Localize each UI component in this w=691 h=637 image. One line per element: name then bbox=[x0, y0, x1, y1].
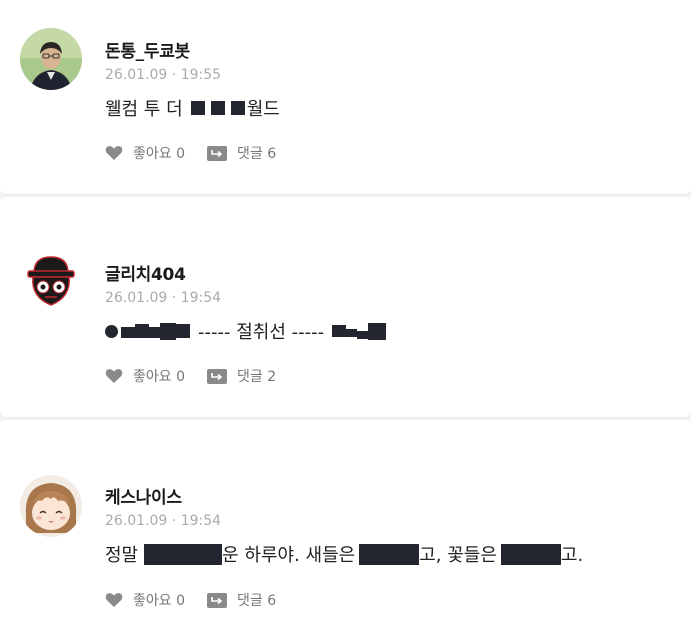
like-button[interactable]: 좋아요 0 bbox=[105, 590, 185, 610]
post-timestamp: 26.01.09 · 19:54 bbox=[105, 513, 222, 529]
post-actions: 좋아요 0 댓글 6 bbox=[105, 143, 276, 163]
author-name[interactable]: 케스나이스 bbox=[105, 483, 182, 508]
redaction-block bbox=[144, 543, 223, 565]
comment-button[interactable]: 댓글 6 bbox=[207, 143, 276, 163]
comment-count: 댓글 6 bbox=[237, 593, 277, 609]
post-card: 케스나이스 26.01.09 · 19:54 정말 운 하루야. 새들은 고, … bbox=[0, 420, 691, 637]
comment-count: 댓글 2 bbox=[237, 369, 277, 385]
redaction-block bbox=[149, 327, 160, 338]
like-count: 좋아요 0 bbox=[133, 369, 185, 385]
heart-icon bbox=[105, 592, 123, 608]
post-actions: 좋아요 0 댓글 6 bbox=[105, 590, 276, 610]
redaction-dot bbox=[105, 324, 118, 338]
heart-icon bbox=[105, 368, 123, 384]
redaction-block bbox=[357, 330, 369, 339]
redaction-block bbox=[190, 101, 205, 115]
heart-icon bbox=[105, 145, 123, 161]
post-content: 웰컴 투 더 월드 bbox=[105, 95, 280, 121]
redaction-block bbox=[210, 101, 225, 115]
redaction-block bbox=[121, 327, 135, 338]
redaction-block bbox=[230, 101, 245, 115]
post-card: 돈통_두쿄봇 26.01.09 · 19:55 웰컴 투 더 월드 좋아요 0 bbox=[0, 0, 691, 194]
avatar-black-mask-character bbox=[20, 249, 82, 311]
post-actions: 좋아요 0 댓글 2 bbox=[105, 366, 276, 386]
post-content: ----- 절취선 ----- bbox=[105, 318, 387, 344]
author-name[interactable]: 돈통_두쿄봇 bbox=[105, 37, 190, 62]
redaction-block bbox=[135, 324, 149, 338]
post-timestamp: 26.01.09 · 19:55 bbox=[105, 67, 222, 83]
content-text: 고, 꽃들은 bbox=[419, 545, 497, 566]
redaction-block bbox=[176, 324, 190, 338]
redaction-block bbox=[368, 322, 387, 340]
avatar[interactable] bbox=[20, 249, 82, 311]
reply-arrow-icon bbox=[207, 145, 227, 161]
comment-count: 댓글 6 bbox=[237, 146, 277, 162]
avatar[interactable] bbox=[20, 28, 82, 90]
content-text: 월드 bbox=[246, 99, 280, 120]
post-timestamp: 26.01.09 · 19:54 bbox=[105, 290, 222, 306]
redaction-block bbox=[160, 322, 176, 340]
author-name[interactable]: 글리치404 bbox=[105, 260, 186, 285]
redaction-block bbox=[359, 543, 420, 565]
content-text: ----- 절취선 ----- bbox=[198, 322, 325, 343]
avatar-photo-man-suit bbox=[20, 28, 82, 90]
post-content: 정말 운 하루야. 새들은 고, 꽃들은 고. bbox=[105, 541, 583, 567]
redaction-block bbox=[346, 329, 358, 337]
content-text: 웰컴 투 더 bbox=[105, 99, 183, 120]
comment-button[interactable]: 댓글 6 bbox=[207, 590, 276, 610]
content-text: 정말 bbox=[105, 545, 139, 566]
avatar-cartoon-girl bbox=[20, 475, 82, 537]
like-button[interactable]: 좋아요 0 bbox=[105, 366, 185, 386]
redaction-block bbox=[332, 325, 347, 337]
content-text: 고. bbox=[560, 545, 584, 566]
like-button[interactable]: 좋아요 0 bbox=[105, 143, 185, 163]
comment-button[interactable]: 댓글 2 bbox=[207, 366, 276, 386]
like-count: 좋아요 0 bbox=[133, 146, 185, 162]
reply-arrow-icon bbox=[207, 592, 227, 608]
reply-arrow-icon bbox=[207, 368, 227, 384]
post-feed: 돈통_두쿄봇 26.01.09 · 19:55 웰컴 투 더 월드 좋아요 0 bbox=[0, 0, 691, 637]
avatar[interactable] bbox=[20, 475, 82, 537]
post-card: 글리치404 26.01.09 · 19:54 ----- 절취선 ----- … bbox=[0, 197, 691, 417]
redaction-block bbox=[500, 543, 561, 565]
content-text: 운 하루야. 새들은 bbox=[222, 545, 356, 566]
like-count: 좋아요 0 bbox=[133, 593, 185, 609]
